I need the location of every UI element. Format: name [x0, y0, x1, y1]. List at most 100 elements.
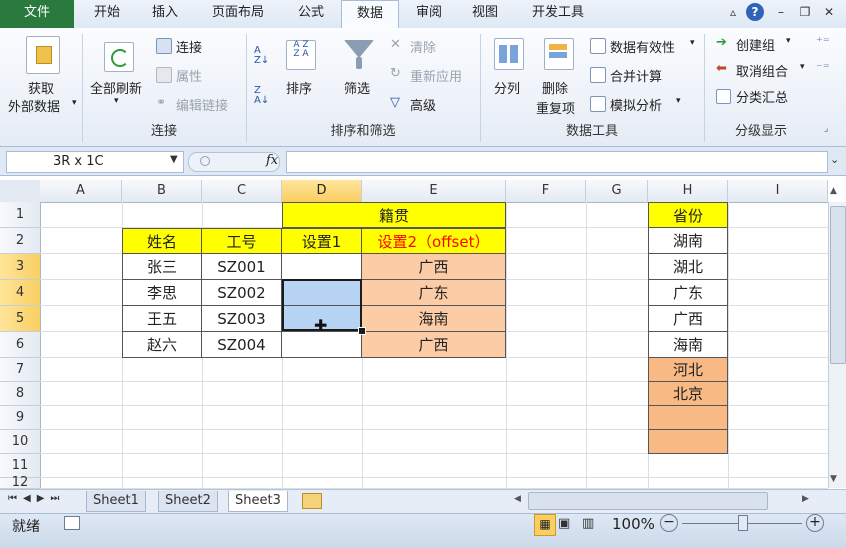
row-header-6[interactable]: 6 [0, 332, 41, 358]
what-if-dropdown-icon[interactable]: ▾ [676, 96, 681, 106]
column-header-G[interactable]: G [586, 180, 648, 203]
province-list-item[interactable] [648, 406, 728, 430]
column-header-C[interactable]: C [202, 180, 282, 203]
close-icon[interactable]: ✕ [820, 3, 838, 21]
vertical-scroll-thumb[interactable] [830, 206, 846, 364]
properties-button[interactable]: 属性 [176, 66, 202, 85]
refresh-all-button[interactable]: 全部刷新 [90, 78, 142, 97]
collapse-ribbon-icon[interactable]: ▵ [724, 3, 742, 21]
table-cell-name[interactable]: 王五 [122, 306, 202, 332]
connections-button[interactable]: 连接 [176, 37, 202, 56]
cell-D2[interactable]: 设置1 [282, 228, 362, 254]
tab-home[interactable]: 开始 [80, 0, 134, 28]
row-header-10[interactable]: 10 [0, 430, 41, 454]
zoom-in-icon[interactable]: + [806, 514, 824, 532]
cell-E2[interactable]: 设置2（offset） [362, 228, 506, 254]
column-header-B[interactable]: B [122, 180, 202, 203]
page-break-view-icon[interactable]: ▥ [582, 516, 594, 531]
scroll-down-icon[interactable]: ▼ [830, 474, 837, 484]
remove-duplicates-label-1[interactable]: 删除 [542, 78, 568, 97]
zoom-slider-thumb[interactable] [738, 515, 748, 531]
what-if-button[interactable]: 模拟分析 [610, 95, 662, 114]
tab-insert[interactable]: 插入 [138, 0, 192, 28]
table-cell-set1[interactable] [282, 280, 362, 306]
data-validation-dropdown-icon[interactable]: ▾ [690, 38, 695, 48]
clear-button[interactable]: 清除 [410, 37, 436, 56]
table-cell-set1[interactable] [282, 332, 362, 358]
normal-view-icon[interactable]: ▦ [534, 514, 556, 536]
refresh-dropdown-icon[interactable]: ▾ [114, 96, 119, 106]
dropdown-arrow-icon[interactable]: ▾ [72, 98, 77, 108]
table-cell-set2[interactable]: 广西 [362, 254, 506, 280]
name-box-dropdown-icon[interactable]: ▼ [170, 154, 178, 165]
dialog-launcher-icon[interactable]: ⌟ [824, 124, 828, 134]
tab-data[interactable]: 数据 [341, 0, 399, 29]
table-cell-name[interactable]: 赵六 [122, 332, 202, 358]
cell-C2[interactable]: 工号 [202, 228, 282, 254]
table-cell-id[interactable]: SZ001 [202, 254, 282, 280]
sort-za-icon[interactable]: Z A↓ [254, 86, 269, 106]
table-cell-id[interactable]: SZ002 [202, 280, 282, 306]
show-detail-icon[interactable]: ⁺⁼ [816, 35, 830, 50]
province-list-item[interactable]: 北京 [648, 382, 728, 406]
advanced-button[interactable]: 高级 [410, 95, 436, 114]
hscroll-left-icon[interactable]: ◀ [514, 494, 521, 504]
help-icon[interactable]: ? [746, 3, 764, 21]
tab-review[interactable]: 审阅 [402, 0, 456, 28]
minimize-icon[interactable]: – [772, 3, 790, 21]
sheet-nav-icons[interactable]: ⏮◀▶⏭ [8, 493, 65, 504]
table-cell-set2[interactable]: 广西 [362, 332, 506, 358]
tab-view[interactable]: 视图 [458, 0, 512, 28]
cell-D1-E1-merged[interactable]: 籍贯 [282, 202, 506, 228]
province-list-item[interactable] [648, 430, 728, 454]
data-validation-button[interactable]: 数据有效性 [610, 37, 675, 56]
province-list-item[interactable]: 湖北 [648, 254, 728, 280]
province-list-item[interactable]: 河北 [648, 358, 728, 382]
table-cell-name[interactable]: 张三 [122, 254, 202, 280]
ungroup-button[interactable]: 取消组合 [736, 61, 788, 80]
group-dropdown-icon[interactable]: ▾ [786, 36, 791, 46]
zoom-level[interactable]: 100% [612, 515, 655, 533]
fill-handle[interactable] [358, 327, 366, 335]
sheet-tab-1[interactable]: Sheet1 [86, 491, 146, 512]
zoom-out-icon[interactable]: − [660, 514, 678, 532]
row-header-1[interactable]: 1 [0, 202, 41, 228]
row-header-2[interactable]: 2 [0, 228, 41, 254]
formula-input[interactable] [286, 151, 828, 173]
remove-duplicates-label-2[interactable]: 重复项 [536, 98, 575, 117]
table-cell-set2[interactable]: 广东 [362, 280, 506, 306]
ungroup-dropdown-icon[interactable]: ▾ [800, 62, 805, 72]
page-layout-view-icon[interactable]: ▣ [558, 516, 570, 531]
cell-B2[interactable]: 姓名 [122, 228, 202, 254]
row-header-7[interactable]: 7 [0, 358, 41, 382]
hide-detail-icon[interactable]: ⁻⁼ [816, 61, 830, 76]
column-header-F[interactable]: F [506, 180, 586, 203]
select-all-corner[interactable] [0, 180, 41, 203]
get-external-data-label-2[interactable]: 外部数据 [8, 96, 60, 115]
tab-page-layout[interactable]: 页面布局 [198, 0, 278, 28]
edit-links-button[interactable]: 编辑链接 [176, 95, 228, 114]
column-header-D[interactable]: D [282, 180, 362, 203]
macro-record-icon[interactable] [64, 516, 80, 530]
column-header-E[interactable]: E [362, 180, 506, 203]
row-header-8[interactable]: 8 [0, 382, 41, 406]
column-header-I[interactable]: I [728, 180, 828, 203]
row-header-3[interactable]: 3 [0, 254, 41, 280]
province-list-item[interactable]: 湖南 [648, 228, 728, 254]
restore-icon[interactable]: ❐ [796, 3, 814, 21]
sheet-tab-2[interactable]: Sheet2 [158, 491, 218, 512]
horizontal-scroll-thumb[interactable] [528, 492, 768, 510]
insert-sheet-icon[interactable] [302, 493, 322, 509]
fx-icon[interactable]: fx [266, 153, 278, 168]
scroll-up-icon[interactable]: ▲ [830, 186, 837, 196]
table-cell-set2[interactable]: 海南 [362, 306, 506, 332]
get-external-data-label-1[interactable]: 获取 [28, 78, 54, 97]
sort-az-icon[interactable]: A Z↓ [254, 46, 269, 66]
row-header-4[interactable]: 4 [0, 280, 41, 306]
expand-formula-icon[interactable]: ⌄ [830, 153, 839, 166]
text-to-columns-button[interactable]: 分列 [494, 78, 520, 97]
province-list-item[interactable]: 广西 [648, 306, 728, 332]
consolidate-button[interactable]: 合并计算 [610, 66, 662, 85]
hscroll-right-icon[interactable]: ▶ [802, 494, 809, 504]
column-header-A[interactable]: A [40, 180, 122, 203]
